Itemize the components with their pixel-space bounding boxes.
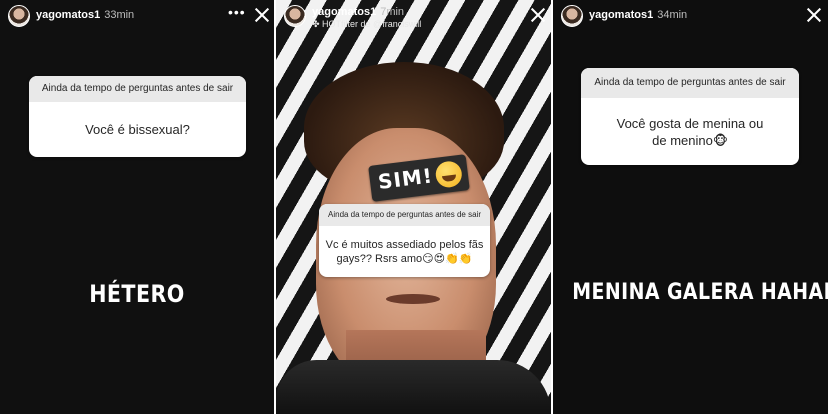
close-icon[interactable] [530, 7, 546, 23]
story-header: yagomatos1 33min ••• [0, 0, 274, 34]
story-panel-2[interactable]: yagomatos1 7min ✤ HOTfilter de @franciswi… [276, 0, 551, 414]
story-header: yagomatos1 34min [553, 0, 828, 34]
answer-text: HÉTERO [89, 280, 185, 308]
username[interactable]: yagomatos1 [36, 9, 100, 21]
grinning-sweat-emoji [434, 159, 464, 189]
story-header: yagomatos1 7min ✤ HOTfilter de @franciswi… [276, 0, 551, 34]
close-icon[interactable] [254, 7, 270, 23]
photo-mouth [386, 294, 440, 304]
avatar[interactable] [8, 5, 30, 27]
question-card: Ainda da tempo de perguntas antes de sai… [319, 204, 490, 277]
question-card-header: Ainda da tempo de perguntas antes de sai… [29, 76, 246, 102]
photo-shirt [276, 360, 551, 414]
question-card: Ainda da tempo de perguntas antes de sai… [581, 68, 799, 165]
filter-credit[interactable]: HOTfilter de @franciswill [322, 19, 421, 29]
story-panel-1[interactable]: yagomatos1 33min ••• Ainda da tempo de pe… [0, 0, 274, 414]
avatar[interactable] [284, 5, 306, 27]
question-text: Você gosta de menina ou de menino🐵 [616, 115, 764, 148]
question-card: Ainda da tempo de perguntas antes de sai… [29, 76, 246, 157]
username[interactable]: yagomatos1 [589, 9, 653, 21]
question-text: Vc é muitos assediado pelos fãs gays?? R… [325, 238, 484, 265]
avatar[interactable] [561, 5, 583, 27]
more-options-icon[interactable]: ••• [228, 5, 245, 22]
username[interactable]: yagomatos1 [312, 6, 376, 18]
question-card-header: Ainda da tempo de perguntas antes de sai… [581, 68, 799, 98]
story-panel-3[interactable]: yagomatos1 34min Ainda da tempo de pergun… [553, 0, 828, 414]
answer-text: MENINA GALERA HAHAHA [572, 280, 828, 305]
filter-icon: ✤ [312, 19, 323, 29]
post-time: 33min [104, 9, 135, 21]
question-text: Você é bissexual? [85, 122, 190, 137]
sticker-text: SIM! [376, 163, 435, 194]
question-card-header: Ainda da tempo de perguntas antes de sai… [319, 204, 490, 226]
post-time: 7min [380, 6, 405, 18]
close-icon[interactable] [806, 7, 822, 23]
post-time: 34min [657, 9, 688, 21]
